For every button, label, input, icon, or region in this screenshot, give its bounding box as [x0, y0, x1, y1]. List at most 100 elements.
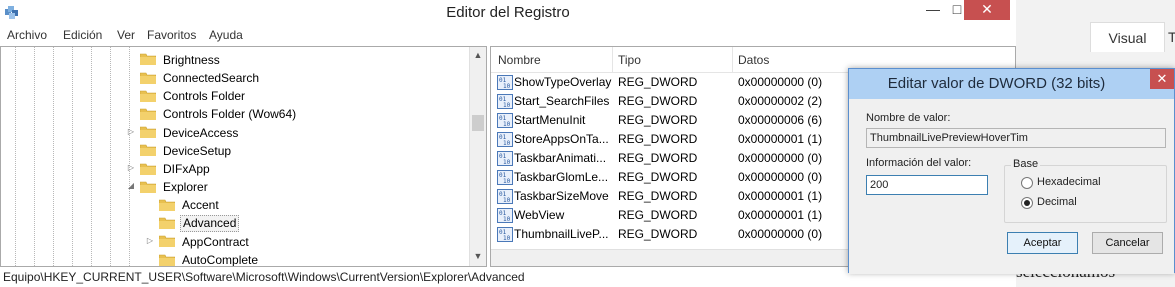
tree-guide-line — [91, 47, 92, 266]
value-name-cell: ThumbnailLiveP... — [514, 227, 609, 241]
column-separator[interactable] — [732, 47, 733, 73]
value-data-cell: 0x00000001 (1) — [738, 189, 823, 203]
tree-guide-line — [34, 47, 35, 266]
tree-item-label: Controls Folder (Wow64) — [163, 107, 297, 122]
reg-dword-icon: 01 10 — [497, 189, 513, 204]
value-data-cell: 0x00000001 (1) — [738, 208, 823, 222]
scroll-up-arrow-icon[interactable]: ▲ — [470, 50, 486, 60]
tree-item-label: AutoComplete — [182, 253, 259, 267]
tree-item[interactable]: Advanced — [158, 214, 240, 233]
tree-guide-line — [15, 47, 16, 266]
scroll-thumb[interactable] — [472, 115, 484, 131]
tree-item[interactable]: Explorer — [139, 177, 210, 195]
column-separator[interactable] — [612, 47, 613, 73]
tree-item[interactable]: AppContract — [158, 232, 251, 250]
folder-icon — [139, 71, 157, 84]
tree-item[interactable]: ConnectedSearch — [139, 68, 261, 86]
radio-decimal[interactable] — [1021, 197, 1033, 209]
tree-item[interactable]: DeviceSetup — [139, 141, 233, 159]
value-name-cell: TaskbarSizeMove — [514, 189, 609, 203]
menu-favoritos[interactable]: Favoritos — [147, 28, 196, 42]
value-data-cell: 0x00000002 (2) — [738, 94, 823, 108]
value-data-cell: 0x00000006 (6) — [738, 113, 823, 127]
accept-button[interactable]: Aceptar — [1007, 232, 1078, 254]
value-type-cell: REG_DWORD — [618, 113, 698, 127]
minimize-button[interactable]: — — [918, 0, 948, 20]
reg-dword-icon: 01 10 — [497, 227, 513, 242]
scroll-down-arrow-icon[interactable]: ▼ — [470, 251, 486, 261]
reg-dword-icon: 01 10 — [497, 170, 513, 185]
tree-guide-line — [110, 47, 111, 266]
tree-item[interactable]: Controls Folder (Wow64) — [139, 105, 298, 123]
tab-text[interactable]: T — [1168, 22, 1175, 52]
radio-decimal-label[interactable]: Decimal — [1037, 196, 1077, 208]
tree-guide-line — [53, 47, 54, 266]
menu-ver[interactable]: Ver — [117, 28, 135, 42]
folder-icon — [139, 107, 157, 121]
value-data-cell: 0x00000000 (0) — [738, 170, 823, 184]
tree-item-label: Controls Folder — [163, 89, 246, 104]
column-header-nombre[interactable]: Nombre — [498, 53, 541, 67]
menu-archivo[interactable]: Archivo — [7, 28, 47, 42]
column-header-datos[interactable]: Datos — [738, 53, 769, 67]
reg-dword-icon: 01 10 — [497, 94, 513, 109]
tree-item[interactable]: Brightness — [139, 50, 222, 68]
tree-expander-icon[interactable]: ▷ — [145, 236, 155, 245]
column-header-tipo[interactable]: Tipo — [618, 53, 641, 67]
tree-expander-icon[interactable]: ▷ — [126, 163, 136, 172]
value-data-cell: 0x00000000 (0) — [738, 75, 823, 89]
folder-icon — [139, 162, 157, 175]
value-type-cell: REG_DWORD — [618, 94, 698, 108]
menu-ayuda[interactable]: Ayuda — [209, 28, 243, 42]
tree-item-label: Advanced — [180, 215, 240, 233]
tree-expander-icon[interactable]: ◢ — [126, 181, 136, 190]
folder-icon — [139, 125, 157, 139]
value-name-cell: TaskbarGlomLe... — [514, 170, 609, 184]
tree-item-label: DeviceAccess — [163, 125, 239, 140]
value-type-cell: REG_DWORD — [618, 208, 698, 222]
value-name-cell: TaskbarAnimati... — [514, 151, 607, 165]
tree-guide-line — [129, 47, 130, 266]
value-name-label: Nombre de valor: — [866, 112, 951, 124]
tree-item[interactable]: DeviceAccess — [139, 123, 240, 141]
value-name-cell: StartMenuInit — [514, 113, 586, 127]
base-groupbox: Base Hexadecimal Decimal — [1004, 158, 1167, 223]
tree-item-label: ConnectedSearch — [163, 71, 260, 86]
tree-item-label: Brightness — [163, 52, 220, 67]
value-type-cell: REG_DWORD — [618, 132, 698, 146]
svg-text:10: 10 — [503, 235, 511, 242]
radio-hexadecimal[interactable] — [1021, 177, 1033, 189]
tree-vertical-scrollbar[interactable]: ▲ ▼ — [469, 47, 486, 266]
radio-hexadecimal-label[interactable]: Hexadecimal — [1037, 176, 1101, 188]
svg-text:10: 10 — [503, 159, 511, 166]
value-name-cell: Start_SearchFiles — [514, 94, 610, 108]
edit-dword-dialog: Editar valor de DWORD (32 bits) ✕ Nombre… — [848, 68, 1175, 274]
tree-item[interactable]: AutoComplete — [158, 250, 260, 267]
tree-item-label: AppContract — [182, 234, 249, 249]
svg-text:10: 10 — [503, 178, 511, 185]
folder-icon — [158, 216, 176, 230]
svg-text:10: 10 — [503, 102, 511, 109]
maximize-button[interactable]: □ — [950, 0, 964, 20]
tree-item[interactable]: DIFxApp — [139, 159, 212, 177]
dialog-close-button[interactable]: ✕ — [1150, 69, 1174, 89]
folder-icon — [139, 143, 157, 157]
folder-icon — [158, 234, 176, 248]
value-type-cell: REG_DWORD — [618, 75, 698, 89]
menu-edicion[interactable]: Edición — [63, 28, 102, 42]
menu-bar: Archivo Edición Ver Favoritos Ayuda — [0, 26, 1016, 46]
window-title: Editor del Registro — [446, 4, 570, 21]
svg-text:10: 10 — [503, 197, 511, 204]
dialog-title-bar: Editar valor de DWORD (32 bits) ✕ — [849, 69, 1174, 99]
key-tree-pane[interactable]: Brightness ConnectedSearch Controls Folder… — [0, 46, 487, 267]
tab-visual[interactable]: Visual — [1090, 22, 1165, 52]
value-data-input[interactable]: 200 — [866, 175, 988, 195]
close-button[interactable]: ✕ — [964, 0, 1010, 20]
cancel-button[interactable]: Cancelar — [1092, 232, 1163, 254]
tree-item[interactable]: Controls Folder — [139, 86, 247, 104]
value-data-cell: 0x00000000 (0) — [738, 151, 823, 165]
tree-expander-icon[interactable]: ▷ — [126, 127, 136, 136]
svg-text:10: 10 — [503, 83, 511, 90]
base-legend: Base — [1011, 158, 1041, 170]
tree-item[interactable]: Accent — [158, 196, 221, 214]
